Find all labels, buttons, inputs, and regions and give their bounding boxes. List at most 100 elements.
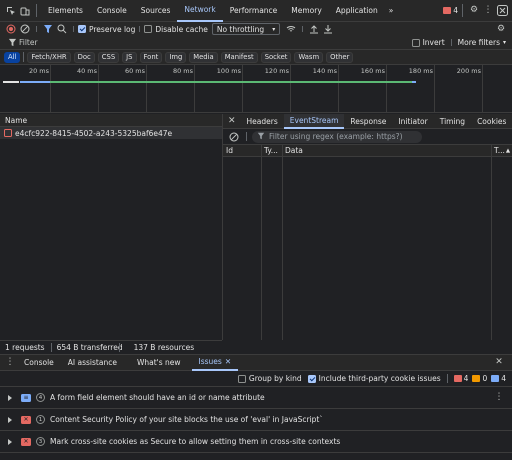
tick-label: 120 ms <box>264 67 289 75</box>
tab-memory[interactable]: Memory <box>284 0 329 22</box>
issues-toolbar: Group by kind Include third-party cookie… <box>0 371 512 387</box>
tab-performance[interactable]: Performance <box>223 0 285 22</box>
disable-cache-checkbox[interactable]: Disable cache <box>144 25 208 34</box>
filter-input[interactable]: Filter <box>19 38 38 47</box>
checkbox-unchecked-icon <box>144 25 153 33</box>
tab-timing[interactable]: Timing <box>434 114 471 129</box>
tab-cookies[interactable]: Cookies <box>471 114 512 129</box>
error-icon <box>453 375 462 382</box>
issues-count-summary[interactable]: 4 0 4 <box>453 374 506 383</box>
chip-media[interactable]: Media <box>189 51 218 63</box>
search-icon[interactable] <box>55 22 69 36</box>
chip-css[interactable]: CSS <box>97 51 120 63</box>
filter-row: Filter Invert More filters ▾ <box>0 36 512 50</box>
devtools-tabbar: Elements Console Sources Network Perform… <box>0 0 512 22</box>
error-issue-icon: ✕ <box>21 415 31 424</box>
request-row[interactable]: e4cfc922-8415-4502-a243-5325baf6e47e <box>0 127 222 139</box>
issue-count: 1 <box>36 415 45 424</box>
sort-ascending-icon: ▲ <box>505 147 511 154</box>
issue-row[interactable]: ✕ 3 Mark cross-site cookies as Secure to… <box>0 431 512 453</box>
network-overview-timeline[interactable]: 20 ms 40 ms 60 ms 80 ms 100 ms 120 ms 14… <box>0 65 512 113</box>
tab-elements[interactable]: Elements <box>41 0 90 22</box>
tick-label: 160 ms <box>360 67 385 75</box>
chevron-down-icon: ▾ <box>502 39 506 46</box>
column-header-time[interactable]: T... ▲ <box>491 145 512 157</box>
regex-filter-input[interactable]: Filter using regex (example: https?) <box>252 130 422 143</box>
eventstream-table: Id Ty... Data T... ▲ <box>223 145 512 340</box>
record-stop-icon[interactable] <box>4 22 18 36</box>
chip-socket[interactable]: Socket <box>260 51 292 63</box>
clear-icon[interactable] <box>18 22 32 36</box>
filter-funnel-icon[interactable] <box>41 22 55 36</box>
expand-caret-icon <box>8 394 12 401</box>
device-toolbar-icon[interactable] <box>18 4 32 18</box>
error-count-badge[interactable]: 4 <box>443 6 458 15</box>
tab-response[interactable]: Response <box>344 114 392 129</box>
tab-sources[interactable]: Sources <box>134 0 178 22</box>
eventstream-filter-row: Filter using regex (example: https?) <box>223 129 512 145</box>
chip-doc[interactable]: Doc <box>73 51 95 63</box>
close-tab-icon[interactable]: ✕ <box>225 357 231 366</box>
more-filters-dropdown[interactable]: More filters ▾ <box>458 38 506 47</box>
more-options-icon[interactable]: ⋮ <box>481 4 495 18</box>
tick-label: 20 ms <box>28 67 49 75</box>
name-column-header[interactable]: Name <box>0 114 222 127</box>
clear-events-icon[interactable] <box>227 130 241 144</box>
drawer-tab-ai-assistance[interactable]: AI assistance <box>61 354 124 371</box>
more-tabs-button[interactable]: » <box>385 0 398 22</box>
column-header-type[interactable]: Ty... <box>261 145 282 157</box>
issue-row[interactable]: ✕ 1 Content Security Policy of your site… <box>0 409 512 431</box>
chip-js[interactable]: JS <box>122 51 137 63</box>
column-header-data[interactable]: Data <box>282 145 491 157</box>
issue-row[interactable]: ≡ 4 A form field element should have an … <box>0 387 512 409</box>
error-issue-icon: ✕ <box>21 437 31 446</box>
drawer-tab-issues[interactable]: Issues ✕ <box>191 354 239 371</box>
chip-other[interactable]: Other <box>326 51 354 63</box>
import-har-icon[interactable] <box>307 22 321 36</box>
tab-network[interactable]: Network <box>177 0 223 22</box>
include-third-party-checkbox[interactable]: Include third-party cookie issues <box>307 374 441 383</box>
tick-label: 40 ms <box>76 67 97 75</box>
column-header-id[interactable]: Id <box>223 145 261 157</box>
checkbox-checked-icon <box>307 374 316 383</box>
preserve-log-checkbox[interactable]: Preserve log <box>78 25 135 34</box>
timeline-marker <box>3 81 19 83</box>
chip-all[interactable]: All <box>4 51 21 63</box>
drawer-menu-kebab-icon[interactable]: ⋮ <box>3 356 17 370</box>
group-by-kind-checkbox[interactable]: Group by kind <box>237 374 302 383</box>
checkbox-checked-icon <box>78 25 86 33</box>
tab-eventstream[interactable]: EventStream <box>283 113 345 129</box>
checkbox-unchecked-icon <box>411 38 420 47</box>
issue-title: Content Security Policy of your site blo… <box>50 415 324 424</box>
chip-img[interactable]: Img <box>165 51 187 63</box>
chip-manifest[interactable]: Manifest <box>220 51 258 63</box>
filter-icon <box>257 132 265 142</box>
tick-label: 200 ms <box>456 67 481 75</box>
chip-fetch-xhr[interactable]: Fetch/XHR <box>27 51 71 63</box>
tab-console[interactable]: Console <box>90 0 134 22</box>
tab-initiator[interactable]: Initiator <box>392 114 433 129</box>
drawer-tab-console[interactable]: Console <box>17 354 61 371</box>
waterfall-bar-end <box>412 81 416 83</box>
chip-wasm[interactable]: Wasm <box>294 51 324 63</box>
close-detail-icon[interactable]: ✕ <box>228 114 236 128</box>
tab-application[interactable]: Application <box>329 0 385 22</box>
checkbox-unchecked-icon <box>237 374 246 383</box>
tick-label: 140 ms <box>312 67 337 75</box>
drawer-tab-whats-new[interactable]: What's new <box>130 354 188 371</box>
invert-checkbox[interactable]: Invert <box>411 38 445 47</box>
close-drawer-icon[interactable]: ✕ <box>492 356 506 370</box>
chevron-down-icon: ▾ <box>272 25 276 33</box>
export-har-icon[interactable] <box>321 22 335 36</box>
settings-gear-icon[interactable]: ⚙ <box>467 4 481 18</box>
throttling-select[interactable]: No throttling ▾ <box>211 23 281 35</box>
network-toolbar: Preserve log Disable cache No throttling… <box>0 22 512 37</box>
inspect-element-icon[interactable] <box>4 4 18 18</box>
network-settings-gear-icon[interactable]: ⚙ <box>494 22 508 36</box>
chip-font[interactable]: Font <box>139 51 163 63</box>
issue-more-options-icon[interactable]: ⋮ <box>492 391 506 405</box>
tab-headers[interactable]: Headers <box>241 114 284 129</box>
network-conditions-wifi-icon[interactable] <box>284 22 298 36</box>
close-devtools-icon[interactable] <box>495 4 509 18</box>
error-icon <box>443 7 452 14</box>
